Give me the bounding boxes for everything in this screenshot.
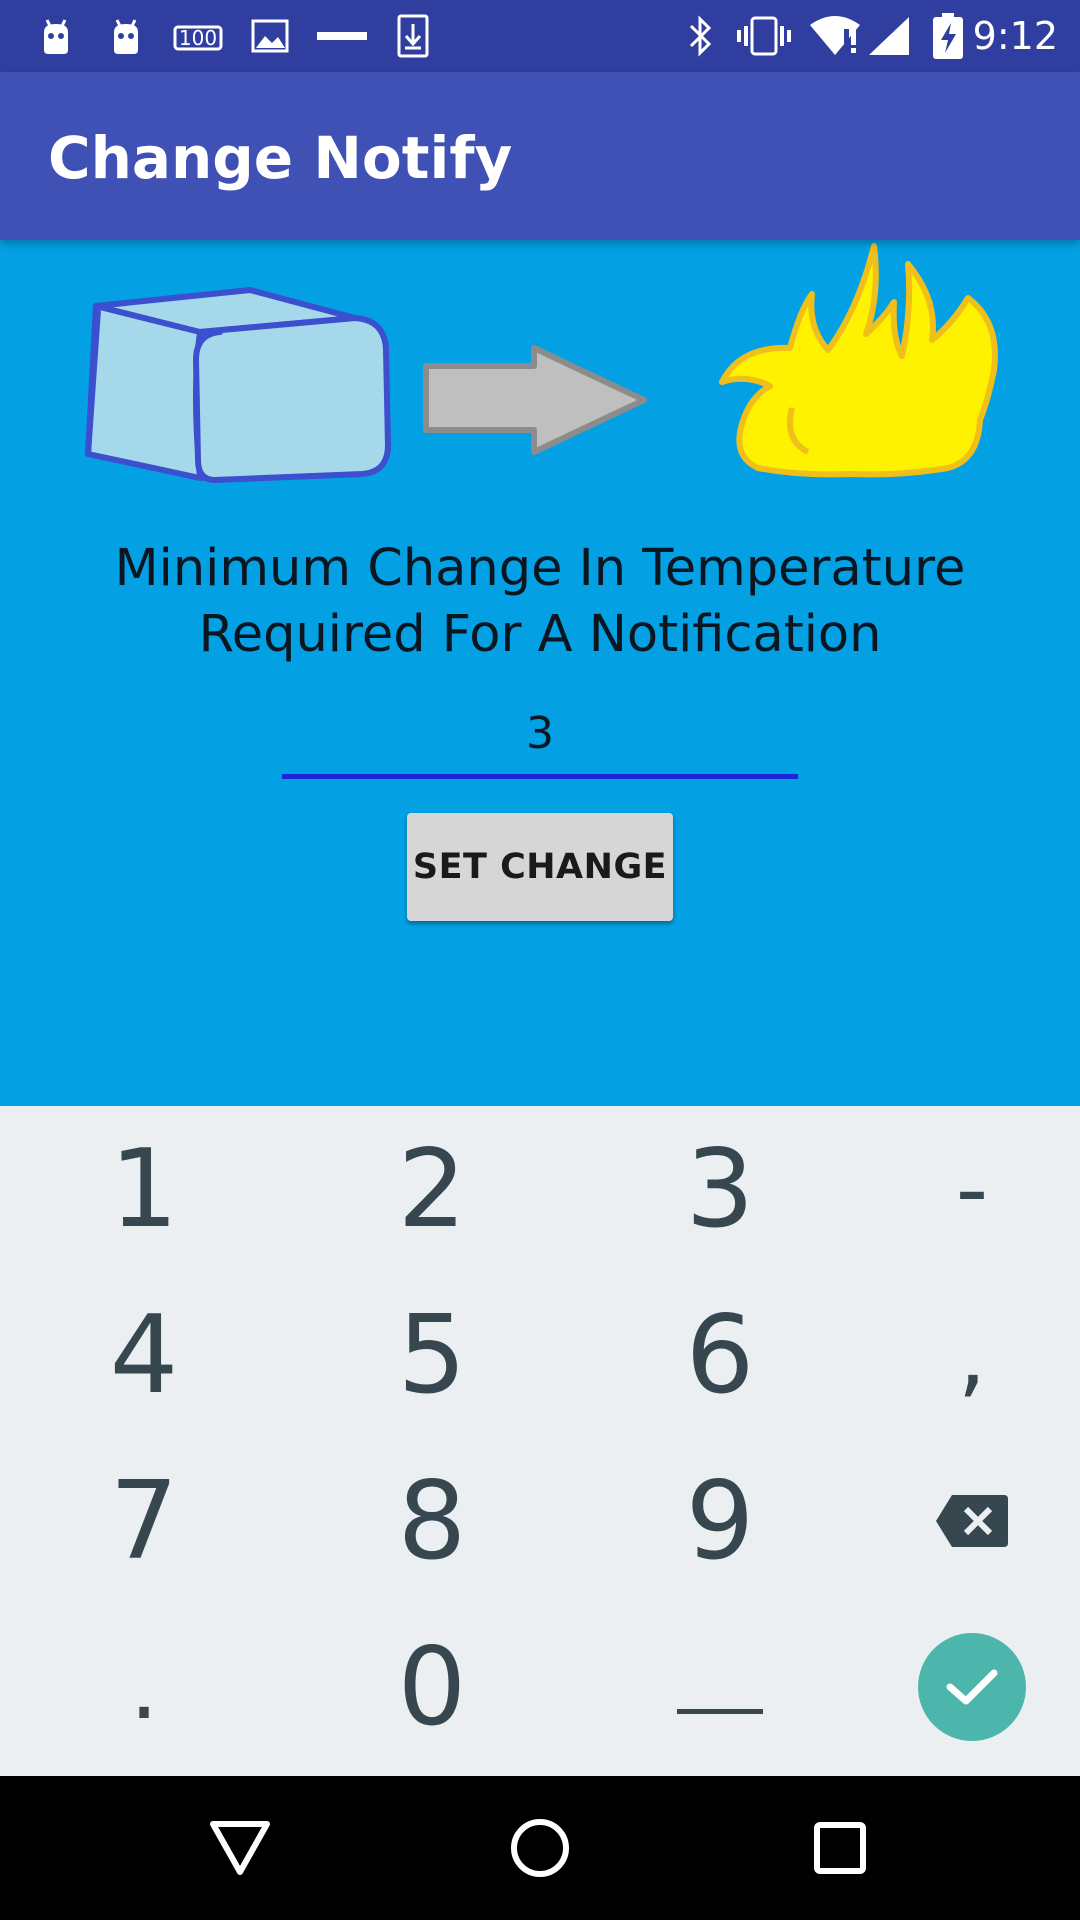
key-done[interactable] (837, 1604, 1080, 1770)
key-backspace[interactable] (837, 1438, 1080, 1604)
key-9[interactable]: 9 (585, 1438, 855, 1604)
status-time: 9:12 (972, 14, 1058, 58)
main-content: Minimum Change In Temperature Required F… (0, 240, 1080, 1106)
bluetooth-icon (686, 14, 716, 58)
change-value-input[interactable] (282, 692, 798, 779)
key-space[interactable] (585, 1604, 855, 1770)
status-bar: 100 9:12 (0, 0, 1080, 72)
key-period[interactable]: . (9, 1604, 279, 1770)
prompt-text: Minimum Change In Temperature Required F… (0, 536, 1080, 668)
fire-icon (719, 243, 998, 478)
key-minus[interactable]: - (837, 1106, 1080, 1272)
key-comma[interactable]: , (837, 1272, 1080, 1438)
minus-icon (316, 14, 368, 58)
key-0[interactable]: 0 (297, 1604, 567, 1770)
hero-illustration (85, 243, 998, 483)
back-button[interactable] (180, 1798, 300, 1898)
download-icon (396, 14, 430, 58)
key-5[interactable]: 5 (297, 1272, 567, 1438)
app-title: Change Notify (48, 124, 513, 192)
android-icon (36, 14, 76, 58)
recents-button[interactable] (780, 1798, 900, 1898)
prompt-line-1: Minimum Change In Temperature (114, 539, 966, 598)
back-triangle-icon (210, 1821, 270, 1875)
key-7[interactable]: 7 (9, 1438, 279, 1604)
key-6[interactable]: 6 (585, 1272, 855, 1438)
home-button[interactable] (480, 1798, 600, 1898)
ice-cube-icon (85, 287, 391, 483)
numeric-keyboard: 1 2 3 - 4 5 6 , 7 8 9 . 0 (0, 1106, 1080, 1776)
screen: 100 9:12 Change Notify Minimum Change In… (0, 0, 1080, 1920)
navigation-bar (0, 1776, 1080, 1920)
set-change-button[interactable]: SET CHANGE (407, 813, 673, 921)
home-circle-icon (511, 1819, 569, 1877)
space-icon (677, 1709, 763, 1714)
arrow-right-icon (423, 345, 647, 455)
vibrate-icon (736, 14, 792, 58)
prompt-line-2: Required For A Notification (198, 605, 882, 664)
key-3[interactable]: 3 (585, 1106, 855, 1272)
svg-text:100: 100 (179, 26, 217, 50)
recents-square-icon (814, 1822, 866, 1874)
check-icon (946, 1669, 998, 1705)
backspace-icon (936, 1495, 1008, 1547)
signal-icon (866, 14, 912, 58)
hundred-icon: 100 (170, 14, 226, 58)
key-1[interactable]: 1 (9, 1106, 279, 1272)
wifi-icon (808, 14, 862, 58)
key-8[interactable]: 8 (297, 1438, 567, 1604)
android-icon (106, 14, 146, 58)
battery-charging-icon (932, 13, 964, 59)
image-icon (250, 14, 290, 58)
key-4[interactable]: 4 (9, 1272, 279, 1438)
app-bar: Change Notify (0, 72, 1080, 240)
done-button[interactable] (918, 1633, 1026, 1741)
key-2[interactable]: 2 (297, 1106, 567, 1272)
